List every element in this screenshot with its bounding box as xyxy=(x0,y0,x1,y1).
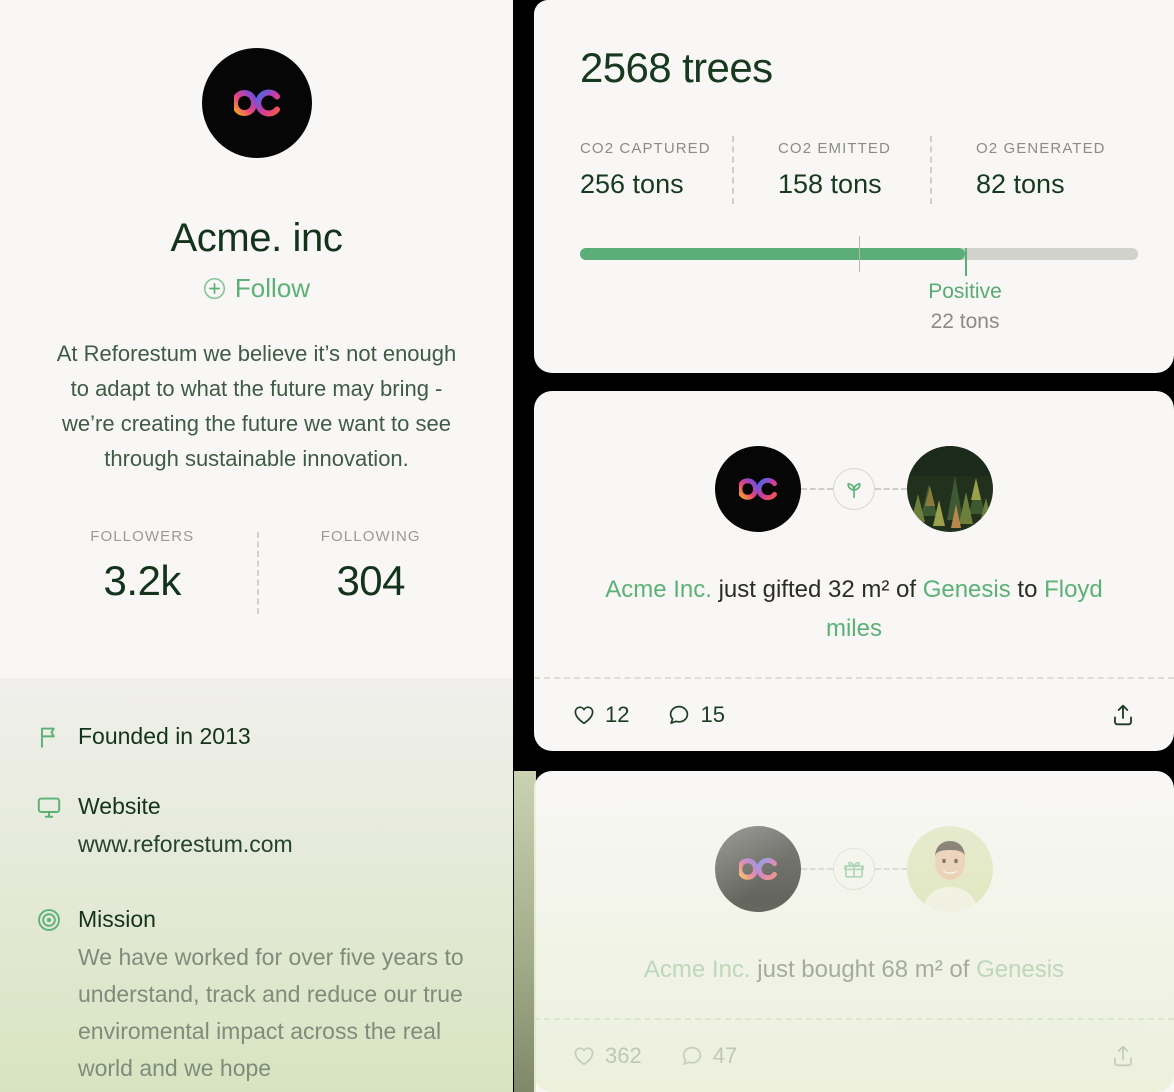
like-count: 362 xyxy=(605,1043,642,1068)
avatar xyxy=(201,48,312,158)
connector-line xyxy=(875,488,907,490)
info-title: Founded in 2013 xyxy=(78,723,251,749)
comment-icon xyxy=(682,1046,701,1065)
page-title: Acme. inc xyxy=(170,216,343,260)
info-title: Mission xyxy=(78,906,156,932)
action-badge xyxy=(833,468,875,510)
comment-button[interactable]: 15 xyxy=(667,702,725,728)
profile-panel: Acme. inc Follow At Reforestum we believ… xyxy=(0,0,513,1092)
metric-co2-emitted: CO2 EMITTED 158 tons xyxy=(734,140,930,204)
follow-label: Follow xyxy=(234,273,311,303)
feed-actions: 362 47 xyxy=(534,1018,1174,1092)
stats-divider xyxy=(256,532,259,614)
feed-card-gift: Acme Inc. just gifted 32 m² of Genesis t… xyxy=(534,391,1174,751)
feed-text: Acme Inc. just bought 68 m² of Genesis xyxy=(643,956,1065,983)
actor-avatar-brand[interactable] xyxy=(715,446,801,532)
comment-count: 15 xyxy=(700,702,725,727)
share-button[interactable] xyxy=(1110,1043,1136,1069)
edge-tint xyxy=(514,771,536,1092)
comment-icon xyxy=(670,705,689,724)
connector-line xyxy=(801,868,833,870)
stat-followers: FOLLOWERS 3.2k xyxy=(28,528,257,605)
progress-marker xyxy=(965,248,968,276)
metric-o2-generated: O2 GENERATED 82 tons xyxy=(932,140,1128,204)
progress-caption: Positive 22 tons xyxy=(928,280,1002,334)
feed-content: Acme Inc. just bought 68 m² of Genesis xyxy=(534,771,1174,989)
info-founded: Founded in 2013 xyxy=(36,722,477,750)
impact-card: 2568 trees CO2 CAPTURED 256 tons CO2 EMI… xyxy=(534,0,1174,373)
connector-line xyxy=(875,868,907,870)
metric-value: 158 tons xyxy=(778,169,882,199)
like-button[interactable]: 12 xyxy=(572,702,629,728)
plus-circle-icon xyxy=(203,277,225,300)
impact-progress-bar[interactable]: Positive 22 tons xyxy=(580,236,1138,333)
actor-avatar-brand[interactable] xyxy=(715,826,801,912)
progress-midpoint-tick xyxy=(859,236,860,272)
profile-bio: At Reforestum we believe it’s not enough… xyxy=(56,341,457,471)
progress-amount: 22 tons xyxy=(930,310,1000,333)
comment-count: 47 xyxy=(712,1043,738,1068)
feed-actions: 12 15 xyxy=(534,677,1174,751)
metric-co2-captured: CO2 CAPTURED 256 tons xyxy=(580,140,732,204)
website-url[interactable]: www.reforestum.com xyxy=(78,826,293,863)
info-title: Website xyxy=(78,793,161,819)
info-website[interactable]: Website www.reforestum.com xyxy=(36,792,477,863)
metric-value: 82 tons xyxy=(976,169,1065,199)
ac-logo-icon xyxy=(739,857,777,881)
feed-actors xyxy=(534,826,1174,912)
progress-fill xyxy=(580,248,966,260)
actor-avatar-forest[interactable] xyxy=(907,446,993,532)
profile-stats: FOLLOWERS 3.2k FOLLOWING 304 xyxy=(0,528,513,614)
mission-body: We have worked for over five years to un… xyxy=(78,944,464,1081)
share-icon xyxy=(1114,1045,1132,1067)
action-badge xyxy=(833,848,875,890)
heart-icon xyxy=(574,706,594,725)
stat-label: FOLLOWING xyxy=(320,528,421,545)
feed-content: Acme Inc. just gifted 32 m² of Genesis t… xyxy=(534,391,1174,648)
feed-actors xyxy=(534,446,1174,532)
profile-header: Acme. inc Follow At Reforestum we believ… xyxy=(0,0,513,678)
ac-logo-icon xyxy=(739,477,777,501)
feed-column: 2568 trees CO2 CAPTURED 256 tons CO2 EMI… xyxy=(514,0,1174,1092)
profile-details: Founded in 2013 Website www.reforestum.c… xyxy=(0,678,513,1092)
feed-text: Acme Inc. just gifted 32 m² of Genesis t… xyxy=(605,576,1103,642)
feed-card-purchase: Acme Inc. just bought 68 m² of Genesis 3… xyxy=(514,771,1174,1092)
metric-label: CO2 EMITTED xyxy=(778,140,891,157)
metric-label: O2 GENERATED xyxy=(976,140,1106,157)
connector-line xyxy=(801,488,833,490)
share-icon xyxy=(1114,704,1132,726)
heart-icon xyxy=(574,1047,594,1066)
metric-value: 256 tons xyxy=(580,169,684,199)
trees-count: 2568 trees xyxy=(580,44,773,91)
like-button[interactable]: 362 xyxy=(572,1043,642,1069)
share-button[interactable] xyxy=(1110,702,1136,728)
seedling-icon xyxy=(847,483,861,499)
actor-avatar-person[interactable] xyxy=(907,826,993,912)
metric-label: CO2 CAPTURED xyxy=(580,140,711,157)
gift-icon xyxy=(844,861,864,878)
comment-button[interactable]: 47 xyxy=(680,1043,737,1069)
stat-value: 304 xyxy=(336,557,406,604)
like-count: 12 xyxy=(605,702,630,727)
progress-status: Positive xyxy=(928,280,1002,303)
impact-metrics: CO2 CAPTURED 256 tons CO2 EMITTED 158 to… xyxy=(580,136,1128,204)
stat-following: FOLLOWING 304 xyxy=(257,528,486,605)
target-icon xyxy=(38,909,60,931)
stat-value: 3.2k xyxy=(103,557,182,604)
stat-label: FOLLOWERS xyxy=(90,528,195,545)
info-mission: Mission We have worked for over five yea… xyxy=(36,905,477,1087)
person-photo xyxy=(907,826,993,912)
flag-icon xyxy=(40,727,55,748)
monitor-icon xyxy=(37,797,61,818)
forest-photo xyxy=(907,446,993,532)
ac-logo-icon xyxy=(233,89,280,117)
follow-button[interactable]: Follow xyxy=(0,273,513,304)
